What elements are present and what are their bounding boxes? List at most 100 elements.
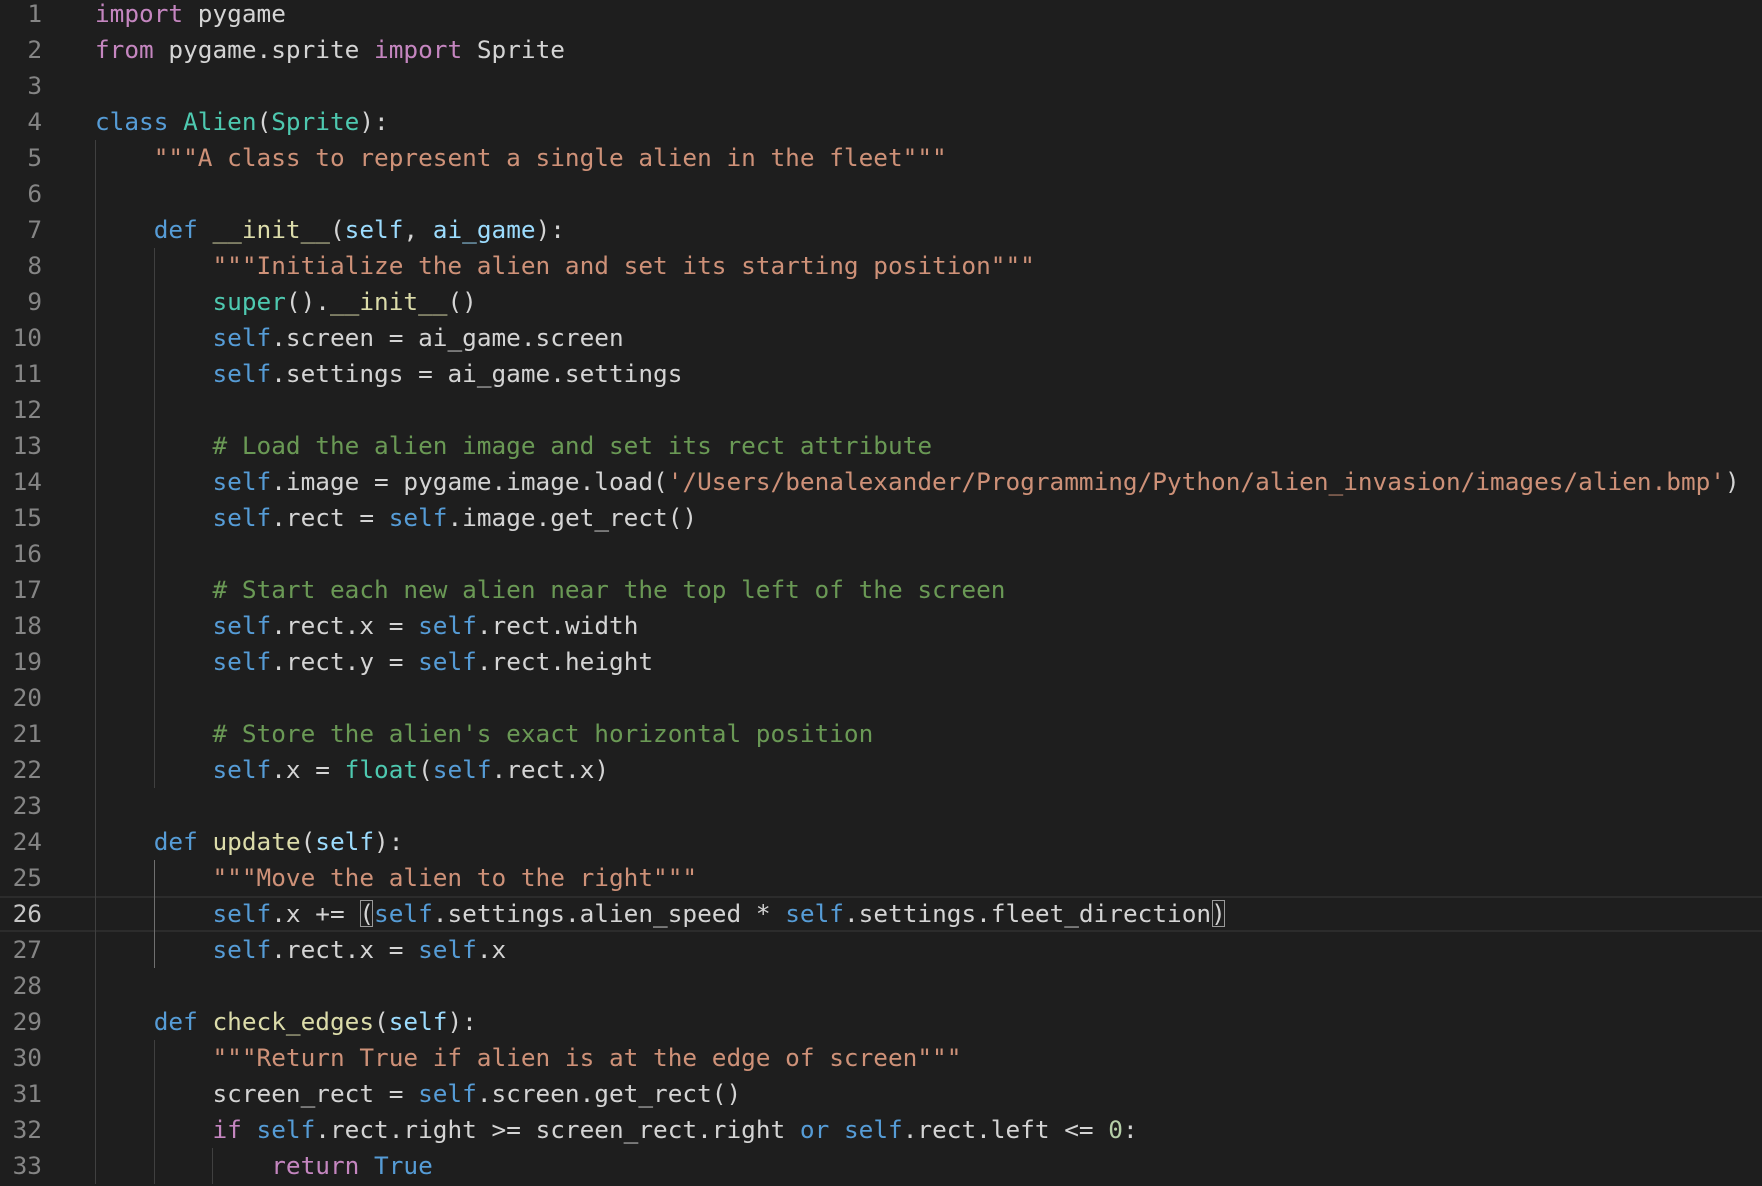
code-line[interactable]: 20 (0, 680, 1762, 716)
code-line[interactable]: 1 import pygame (0, 0, 1762, 32)
line-number: 24 (12, 827, 42, 856)
line-number: 11 (12, 359, 42, 388)
code-text: def __init__(self, ai_game): (95, 212, 565, 248)
matched-bracket: ) (1211, 899, 1226, 928)
code-token: check_edges (212, 1007, 375, 1036)
line-number: 12 (12, 395, 42, 424)
code-text: self.settings = ai_game.settings (95, 356, 682, 392)
code-token: or (799, 1115, 830, 1144)
code-token: """A class to represent a single alien i… (153, 143, 947, 172)
line-number: 3 (27, 71, 42, 100)
code-line[interactable]: 16 (0, 536, 1762, 572)
code-line[interactable]: 11 self.settings = ai_game.settings (0, 356, 1762, 392)
code-line[interactable]: 10 self.screen = ai_game.screen (0, 320, 1762, 356)
code-line[interactable]: 21 # Store the alien's exact horizontal … (0, 716, 1762, 752)
code-line[interactable]: 25 """Move the alien to the right""" (0, 860, 1762, 896)
code-token: .rect.height (476, 647, 654, 676)
code-token: self (212, 467, 272, 496)
code-line[interactable]: 2 from pygame.sprite import Sprite (0, 32, 1762, 68)
line-number: 16 (12, 539, 42, 568)
code-line[interactable]: 19 self.rect.y = self.rect.height (0, 644, 1762, 680)
code-line[interactable]: 14 self.image = pygame.image.load('/User… (0, 464, 1762, 500)
code-line[interactable]: 4 class Alien(Sprite): (0, 104, 1762, 140)
code-token: self (418, 1079, 477, 1108)
line-number: 27 (12, 935, 42, 964)
code-line[interactable]: 5 """A class to represent a single alien… (0, 140, 1762, 176)
code-text: return True (95, 1148, 433, 1184)
code-line[interactable]: 6 (0, 176, 1762, 212)
line-number: 8 (27, 251, 42, 280)
code-token: ( (374, 1007, 389, 1036)
code-token: , (403, 215, 433, 244)
code-line[interactable]: 24 def update(self): (0, 824, 1762, 860)
line-number: 30 (12, 1043, 42, 1072)
code-line[interactable]: 18 self.rect.x = self.rect.width (0, 608, 1762, 644)
code-token: def (153, 827, 198, 856)
line-number: 31 (12, 1079, 42, 1108)
code-token: self (212, 611, 272, 640)
code-token: class (95, 107, 169, 136)
code-token: .rect.x = (271, 611, 419, 640)
code-token: ( (329, 215, 345, 244)
code-token: __init__ (329, 287, 448, 316)
code-token: .image = pygame.image.load( (271, 467, 668, 496)
code-line[interactable]: 27 self.rect.x = self.x (0, 932, 1762, 968)
code-line[interactable]: 12 (0, 392, 1762, 428)
code-text: # Start each new alien near the top left… (95, 572, 1005, 608)
code-text: self.rect.y = self.rect.height (95, 644, 653, 680)
code-token: """Move the alien to the right""" (212, 863, 698, 892)
code-line[interactable]: 7 def __init__(self, ai_game): (0, 212, 1762, 248)
code-line[interactable]: 29 def check_edges(self): (0, 1004, 1762, 1040)
code-token: .screen.get_rect() (476, 1079, 742, 1108)
code-text: self.image = pygame.image.load('/Users/b… (95, 464, 1739, 500)
indent-guide (212, 1148, 213, 1184)
code-token: .rect.right >= screen_rect.right (315, 1115, 800, 1144)
code-line[interactable]: 13 # Load the alien image and set its re… (0, 428, 1762, 464)
code-line[interactable]: 28 (0, 968, 1762, 1004)
code-text: self.x = float(self.rect.x) (95, 752, 609, 788)
code-token: ): (374, 827, 404, 856)
code-token: .x = (271, 755, 345, 784)
line-number: 23 (12, 791, 42, 820)
indent-guide (95, 140, 96, 1184)
code-token: from (95, 35, 154, 64)
code-line[interactable]: 8 """Initialize the alien and set its st… (0, 248, 1762, 284)
code-line[interactable]: 33 return True (0, 1148, 1762, 1184)
matched-bracket: ( (359, 899, 375, 928)
code-line[interactable]: 9 super().__init__() (0, 284, 1762, 320)
code-text: def check_edges(self): (95, 1004, 477, 1040)
code-line[interactable]: 31 screen_rect = self.screen.get_rect() (0, 1076, 1762, 1112)
code-line[interactable]: 3 (0, 68, 1762, 104)
code-line[interactable]: 23 (0, 788, 1762, 824)
line-number: 18 (12, 611, 42, 640)
code-token: """Return True if alien is at the edge o… (212, 1043, 962, 1072)
code-token: self (785, 899, 844, 928)
code-token: def (153, 215, 198, 244)
code-line[interactable]: 32 if self.rect.right >= screen_rect.rig… (0, 1112, 1762, 1148)
code-editor[interactable]: 1 import pygame 2 from pygame.sprite import… (0, 0, 1762, 1186)
code-line[interactable]: 22 self.x = float(self.rect.x) (0, 752, 1762, 788)
code-token: self (212, 359, 272, 388)
code-token: # Start each new alien near the top left… (212, 575, 1006, 604)
code-text: self.rect = self.image.get_rect() (95, 500, 697, 536)
code-line[interactable]: 26 self.x += (self.settings.alien_speed … (0, 896, 1762, 932)
code-token: self (212, 899, 272, 928)
code-token: ( (256, 107, 272, 136)
code-line[interactable]: 15 self.rect = self.image.get_rect() (0, 500, 1762, 536)
code-token: self (344, 215, 404, 244)
code-line[interactable]: 17 # Start each new alien near the top l… (0, 572, 1762, 608)
line-number: 7 (27, 215, 42, 244)
line-number: 19 (12, 647, 42, 676)
code-token: ): (535, 215, 565, 244)
code-line[interactable]: 30 """Return True if alien is at the edg… (0, 1040, 1762, 1076)
line-number: 17 (12, 575, 42, 604)
code-text: super().__init__() (95, 284, 476, 320)
code-token: import (374, 35, 463, 64)
